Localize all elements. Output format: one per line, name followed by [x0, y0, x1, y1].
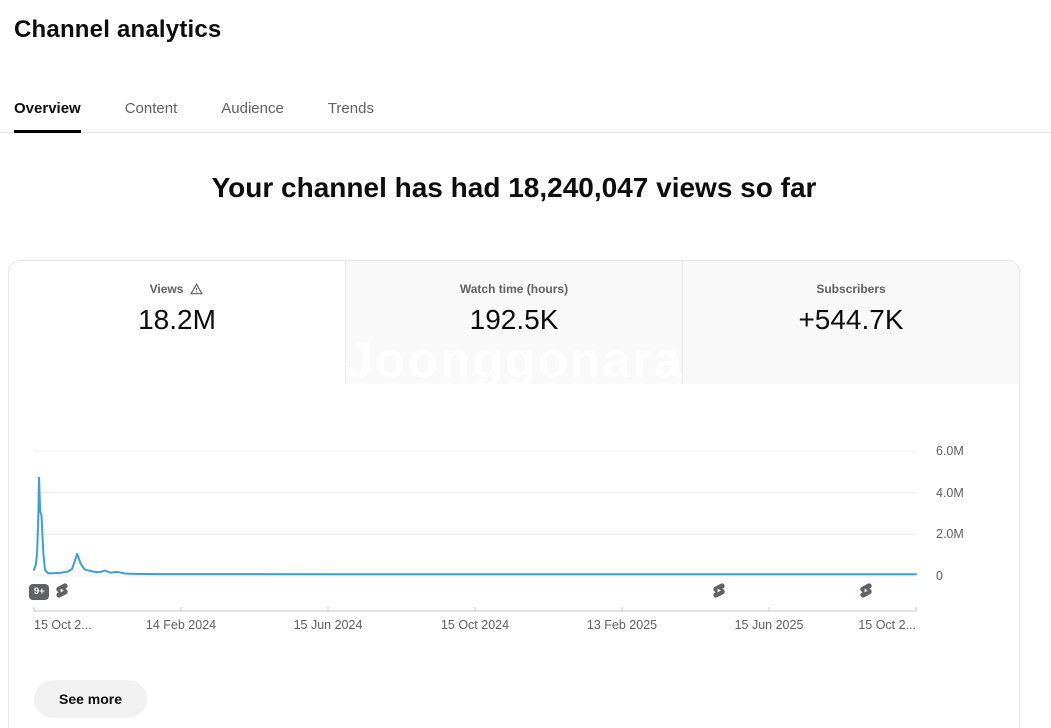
tab-label: Trends: [328, 100, 374, 117]
x-axis-tick: 15 Jun 2025: [735, 618, 804, 632]
tab-audience[interactable]: Audience: [221, 84, 284, 132]
tab-label: Audience: [221, 100, 284, 117]
tab-overview[interactable]: Overview: [14, 84, 81, 132]
x-axis-tick: 15 Oct 2...: [858, 618, 916, 632]
x-axis-labels: 15 Oct 2... 14 Feb 2024 15 Jun 2024 15 O…: [9, 618, 1019, 638]
tab-trends[interactable]: Trends: [328, 84, 374, 132]
x-axis-tick: 14 Feb 2024: [146, 618, 216, 632]
y-axis-tick: 6.0M: [936, 444, 964, 458]
x-axis-tick: 15 Jun 2024: [294, 618, 363, 632]
tab-label: Content: [125, 100, 178, 117]
tab-content[interactable]: Content: [125, 84, 178, 132]
x-axis-tick: 15 Oct 2...: [34, 618, 92, 632]
shorts-icon[interactable]: [54, 582, 71, 599]
tab-label: Overview: [14, 100, 81, 117]
y-axis-tick: 0: [936, 569, 943, 583]
shorts-icon[interactable]: [711, 582, 728, 599]
analytics-card: Views 18.2M Watch time (hours) 192.5K Su…: [8, 260, 1020, 728]
analytics-tabs: Overview Content Audience Trends: [0, 84, 1051, 133]
shorts-icon[interactable]: [857, 582, 874, 599]
page-title: Channel analytics: [14, 16, 221, 44]
views-chart: 6.0M 4.0M 2.0M 0 9+ 15 Oct 2... 14 Feb 2…: [9, 261, 1019, 728]
x-axis-tick: 13 Feb 2025: [587, 618, 657, 632]
x-axis-tick: 15 Oct 2024: [441, 618, 509, 632]
line-chart-canvas: [9, 261, 1019, 728]
channel-analytics-page: Channel analytics Overview Content Audie…: [0, 0, 1051, 728]
views-headline: Your channel has had 18,240,047 views so…: [8, 172, 1020, 204]
video-count-badge[interactable]: 9+: [29, 584, 49, 600]
see-more-button[interactable]: See more: [34, 680, 147, 718]
y-axis-tick: 4.0M: [936, 486, 964, 500]
y-axis-tick: 2.0M: [936, 527, 964, 541]
